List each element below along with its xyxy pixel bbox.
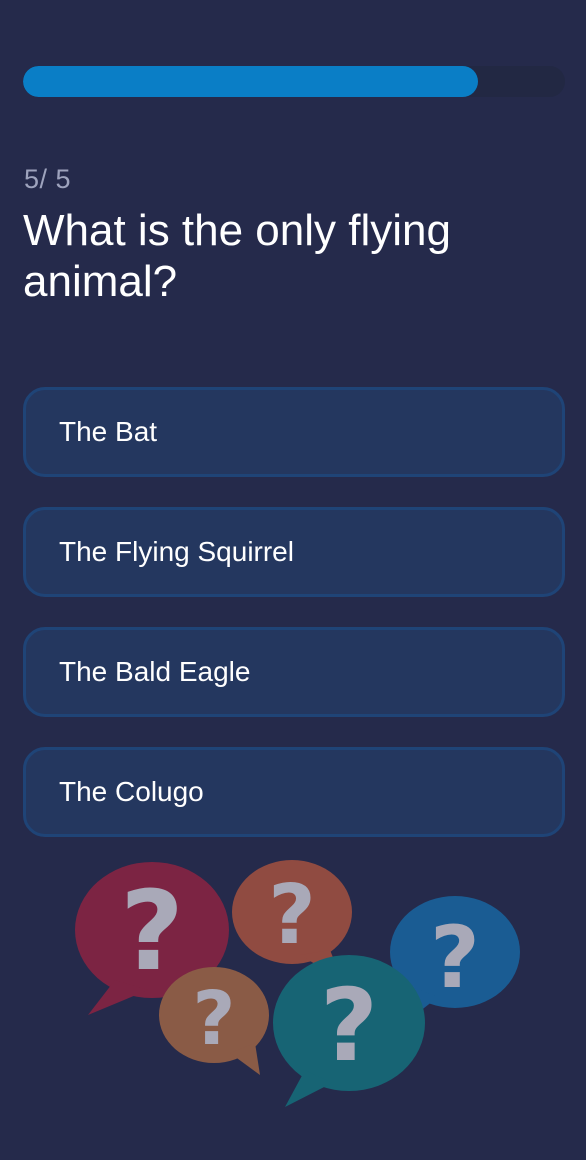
- answer-options: The Bat The Flying Squirrel The Bald Eag…: [23, 387, 565, 867]
- progress-fill: [23, 66, 479, 97]
- answer-option-2[interactable]: The Flying Squirrel: [23, 507, 565, 597]
- question-title: What is the only flying animal?: [23, 206, 451, 306]
- question-counter: 5/ 5: [24, 164, 71, 195]
- answer-option-label: The Flying Squirrel: [59, 536, 294, 567]
- svg-text:?: ?: [320, 967, 378, 1084]
- counter-separator: /: [39, 164, 56, 194]
- answer-option-4[interactable]: The Colugo: [23, 747, 565, 837]
- quiz-screen: 5/ 5 What is the only flying animal? The…: [0, 0, 586, 1160]
- svg-text:?: ?: [268, 868, 316, 963]
- progress-bar: [23, 66, 565, 97]
- svg-text:?: ?: [193, 976, 236, 1062]
- answer-option-label: The Bat: [59, 416, 158, 447]
- bubble-teal-question-icon: ?: [273, 955, 425, 1107]
- svg-text:?: ?: [120, 867, 184, 995]
- counter-total: 5: [55, 164, 72, 194]
- answer-option-label: The Bald Eagle: [59, 656, 251, 687]
- answer-option-label: The Colugo: [59, 776, 204, 807]
- question-bubbles-icon: ? ? ? ? ?: [75, 860, 520, 1107]
- bubble-peach-question-icon: ?: [159, 967, 269, 1075]
- answer-option-3[interactable]: The Bald Eagle: [23, 627, 565, 717]
- answer-option-1[interactable]: The Bat: [23, 387, 565, 477]
- counter-current: 5: [24, 164, 40, 194]
- svg-text:?: ?: [430, 908, 480, 1008]
